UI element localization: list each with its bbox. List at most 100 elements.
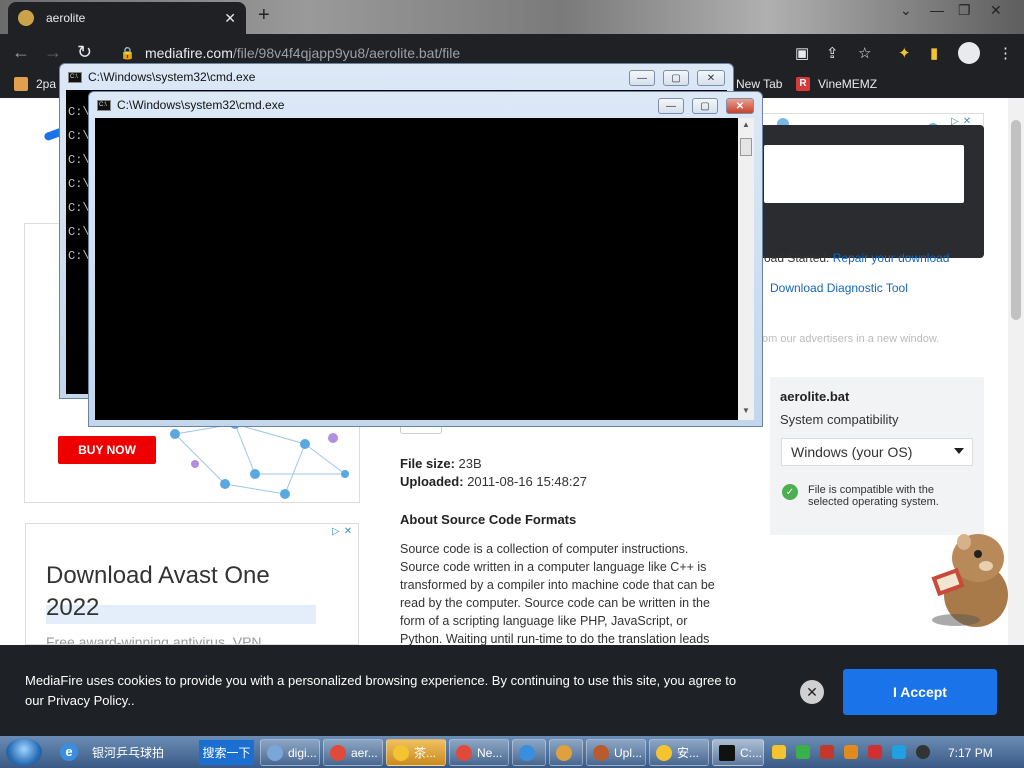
cmd-icon — [719, 744, 735, 761]
profile-avatar[interactable] — [958, 42, 980, 64]
restore-window-icon[interactable]: ❐ — [958, 2, 971, 19]
cookie-close-button[interactable]: ✕ — [800, 680, 824, 704]
tray-flag-icon[interactable] — [868, 745, 882, 759]
avast-heading: Download Avast One 2022 — [46, 560, 316, 624]
chrome-icon — [330, 744, 346, 761]
taskbar-item[interactable]: Ne... — [449, 739, 509, 766]
dropdown-caret-icon — [954, 448, 964, 454]
cmd-icon: C:\ — [68, 71, 82, 83]
upload-date: Uploaded: 2011-08-16 15:48:27 — [400, 474, 587, 489]
maximize-button[interactable]: ▢ — [692, 98, 718, 114]
app-icon — [267, 744, 283, 761]
app-icon — [593, 744, 609, 761]
taskbar-item[interactable]: Upl... — [586, 739, 646, 766]
share-icon[interactable]: ⇪ — [826, 44, 839, 62]
taskbar-item[interactable]: aer... — [323, 739, 383, 766]
bookmark-item[interactable]: New Tab — [736, 77, 782, 91]
chrome-icon — [456, 744, 472, 761]
minimize-button[interactable]: — — [629, 70, 655, 86]
file-size: File size: 23B — [400, 456, 482, 471]
close-button[interactable]: ✕ — [726, 98, 754, 114]
new-tab-icon[interactable]: + — [258, 4, 270, 27]
page-scrollbar-thumb[interactable] — [1011, 120, 1021, 320]
tab-title: aerolite — [46, 11, 86, 25]
app-icon — [519, 744, 535, 761]
cmd-title-bar[interactable]: C:\ C:\Windows\system32\cmd.exe — [68, 70, 255, 84]
tray-icon[interactable] — [772, 745, 786, 759]
app-icon — [656, 744, 672, 761]
tab-strip: aerolite ✕ + ⌄ — ❐ ✕ — [0, 0, 1024, 34]
taskbar-search-input[interactable]: 银河乒乓球拍 — [84, 740, 198, 765]
tray-icon[interactable] — [820, 745, 834, 759]
side-panel-icon[interactable]: ▮ — [930, 44, 938, 62]
popup-blocked-icon[interactable]: ▣ — [795, 44, 809, 62]
bookmark-item[interactable]: R VineMEMZ — [796, 77, 877, 91]
tray-monitor-icon[interactable] — [892, 745, 906, 759]
vinememz-icon: R — [796, 77, 810, 91]
start-button[interactable] — [6, 738, 42, 766]
tray-icon[interactable] — [844, 745, 858, 759]
taskbar-search-button[interactable]: 搜索一下 — [199, 740, 254, 765]
app-icon — [556, 744, 572, 761]
cmd-title-bar[interactable]: C:\ C:\Windows\system32\cmd.exe — [97, 98, 284, 112]
ie-icon[interactable]: e — [60, 743, 78, 761]
scroll-down-icon[interactable]: ▼ — [742, 406, 750, 415]
close-tab-icon[interactable]: ✕ — [224, 10, 236, 27]
taskbar-item[interactable] — [512, 739, 546, 766]
extensions-icon[interactable]: ✦ — [898, 44, 911, 62]
lock-icon: 🔒 — [120, 46, 135, 60]
avast-subtitle: Free award-winning antivirus, VPN — [46, 634, 262, 645]
ad-choices-icon[interactable]: ▷ ✕ — [332, 526, 358, 540]
cmd-console-front[interactable] — [95, 118, 738, 420]
buy-now-button[interactable]: BUY NOW — [58, 436, 156, 464]
download-status-box — [764, 145, 964, 203]
minimize-button[interactable]: — — [658, 98, 684, 114]
taskbar-item[interactable] — [549, 739, 583, 766]
taskbar-item[interactable]: 茶... — [386, 739, 446, 766]
close-window-icon[interactable]: ✕ — [990, 2, 1002, 19]
scroll-up-icon[interactable]: ▲ — [742, 120, 750, 129]
close-button[interactable]: ✕ — [697, 70, 725, 86]
tray-volume-icon[interactable] — [916, 745, 930, 759]
about-title: About Source Code Formats — [400, 512, 577, 527]
accept-cookies-button[interactable]: I Accept — [843, 669, 997, 715]
bookmark-star-icon[interactable]: ☆ — [858, 44, 871, 62]
download-diagnostic-link[interactable]: Download Diagnostic Tool — [770, 281, 908, 295]
back-icon[interactable]: ← — [12, 42, 30, 63]
avast-ad[interactable]: ▷ ✕ Download Avast One 2022 Free award-wi… — [25, 523, 359, 645]
taskbar-clock: 7:17 PM — [948, 746, 993, 760]
compat-message: ✓ File is compatible with the selected o… — [782, 484, 962, 508]
tray-icon[interactable] — [796, 745, 810, 759]
file-name: aerolite.bat — [780, 389, 850, 404]
cmd-icon: C:\ — [97, 99, 111, 111]
maximize-button[interactable]: ▢ — [663, 70, 689, 86]
url-domain: mediafire.com — [144, 45, 233, 61]
console-scrollbar[interactable]: ▲ ▼ — [738, 118, 754, 420]
reload-icon[interactable]: ↻ — [77, 42, 92, 63]
forward-icon[interactable]: → — [44, 42, 62, 63]
browser-tab[interactable]: aerolite ✕ — [8, 2, 246, 34]
advertisers-note: om our advertisers in a new window. — [762, 333, 940, 345]
url-path: /file/98v4f4qjapp9yu8/aerolite.bat/file — [232, 45, 461, 61]
taskbar-item-active[interactable]: C:... — [712, 739, 764, 766]
minimize-window-icon[interactable]: — — [930, 2, 944, 18]
favicon-icon — [18, 10, 34, 26]
cmd-window-front[interactable]: C:\ C:\Windows\system32\cmd.exe — ▢ ✕ ▲ … — [88, 91, 763, 427]
menu-icon[interactable]: ⋮ — [998, 44, 1013, 62]
check-icon: ✓ — [782, 484, 798, 500]
bookmark-item[interactable]: 2pa — [14, 77, 56, 91]
tab-search-chevron-icon[interactable]: ⌄ — [900, 2, 912, 19]
bookmark-icon — [14, 77, 28, 91]
hamster-mascot-icon — [931, 534, 1008, 627]
console-scroll-thumb[interactable] — [740, 138, 752, 156]
network-graphic-icon — [170, 419, 349, 499]
repair-download-link[interactable]: Repair your download — [833, 251, 950, 265]
about-body: Source code is a collection of computer … — [400, 542, 715, 645]
taskbar-item[interactable]: 安... — [649, 739, 709, 766]
download-started-line: oad Started. Repair your download — [764, 251, 950, 265]
system-compat-label: System compatibility — [780, 412, 899, 427]
os-select[interactable]: Windows (your OS) — [781, 438, 973, 466]
taskbar-item[interactable]: digi... — [260, 739, 320, 766]
app-icon — [393, 744, 409, 761]
cookie-text: MediaFire uses cookies to provide you wi… — [25, 673, 737, 708]
